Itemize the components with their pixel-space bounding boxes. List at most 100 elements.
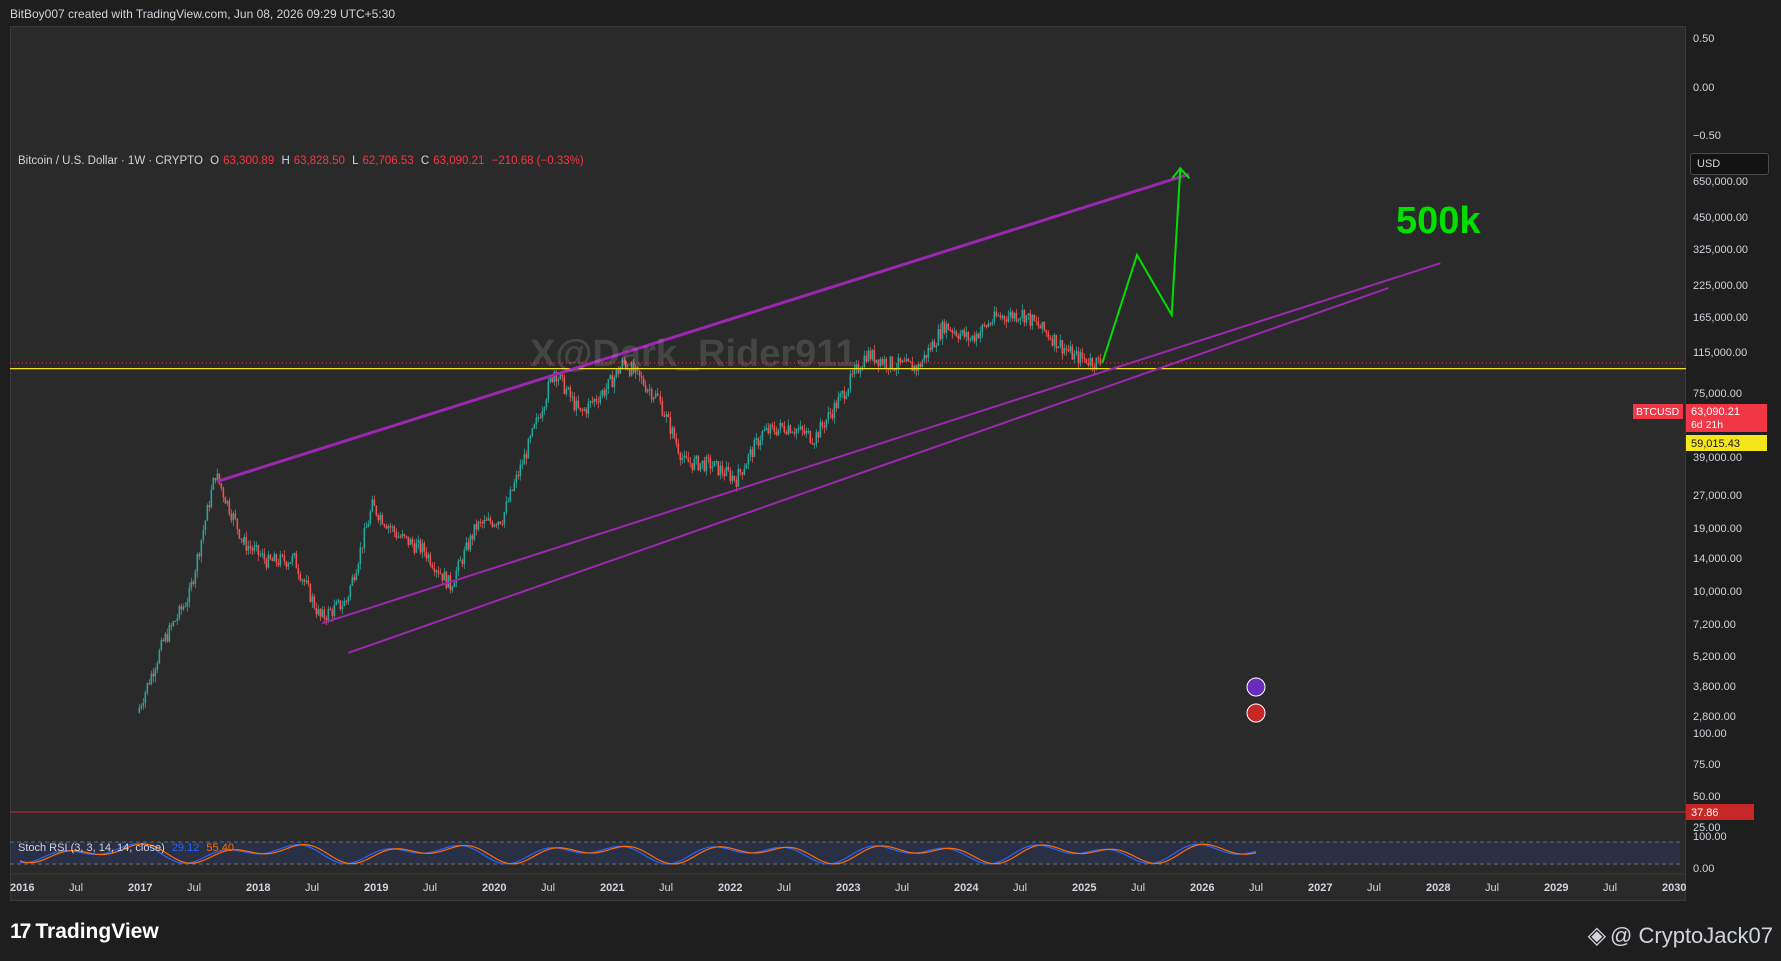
candle-body: [741, 472, 744, 475]
candle-body: [687, 457, 690, 463]
tradingview-logo-icon: 17: [10, 920, 31, 943]
candle-body: [465, 542, 468, 550]
candle-body: [269, 554, 272, 560]
candle-body: [685, 455, 688, 458]
candle-body: [883, 359, 886, 365]
candle-body: [337, 600, 340, 603]
candle-body: [228, 500, 231, 514]
candle-body: [323, 609, 326, 618]
candle-body: [703, 460, 706, 472]
candle-body: [999, 315, 1002, 318]
candle-body: [469, 535, 472, 550]
candle-body: [267, 554, 270, 568]
candle-body: [345, 600, 348, 602]
candle-body: [1009, 312, 1012, 317]
candle-body: [441, 573, 444, 581]
candle-body: [795, 429, 798, 434]
candle-body: [142, 703, 145, 706]
chart-canvas[interactable]: 0.50 0.00 −0.50 650,000.00 450,000.00 325,000…: [0, 0, 1781, 961]
candle-body: [949, 330, 952, 332]
close-value: 63,090.21: [433, 155, 485, 167]
candle-body: [747, 454, 750, 465]
candle-body: [671, 427, 674, 435]
candle-body: [773, 426, 776, 432]
candle-body: [355, 572, 358, 581]
candle-body: [679, 453, 682, 461]
candle-body: [453, 582, 456, 588]
candle-body: [541, 411, 544, 418]
candle-body: [232, 513, 235, 521]
candle-body: [1075, 351, 1078, 354]
candle-body: [198, 554, 201, 557]
candle-body: [719, 465, 722, 476]
time-axis-year: 2017: [128, 882, 152, 894]
candle-body: [659, 395, 662, 401]
candle-body: [1041, 321, 1044, 329]
time-axis-year: 2024: [954, 882, 979, 894]
candle-body: [875, 359, 878, 363]
indicator-legend[interactable]: Stoch RSI (3, 3, 14, 14, close) 29.12 55…: [18, 842, 234, 854]
candle-body: [575, 400, 578, 411]
candle-body: [975, 333, 978, 342]
last-price-tag: 63,090.21: [1691, 406, 1740, 418]
indicator-name[interactable]: Stoch RSI (3, 3, 14, 14, close): [18, 842, 165, 854]
candle-body: [240, 538, 243, 540]
symbol-legend[interactable]: Bitcoin / U.S. Dollar · 1W · CRYPTO O 63,…: [18, 155, 588, 167]
candle-body: [669, 416, 672, 435]
candle-body: [599, 395, 602, 403]
price-axis-tick: 10,000.00: [1693, 586, 1742, 598]
candle-body: [985, 325, 988, 327]
candle-body: [1001, 315, 1004, 318]
candle-body: [935, 345, 938, 348]
candle-body: [178, 606, 181, 618]
candle-body: [579, 407, 582, 410]
candle-body: [739, 469, 742, 473]
candle-body: [513, 482, 516, 491]
candle-body: [545, 399, 548, 408]
candle-body: [993, 311, 996, 323]
candle-body: [743, 468, 746, 475]
candle-body: [459, 560, 462, 562]
watermark-text: X@Dark_Rider911: [530, 333, 857, 375]
candle-body: [1017, 319, 1020, 321]
candle-body: [1059, 340, 1062, 347]
candle-body: [729, 470, 732, 482]
candle-body: [891, 356, 894, 370]
candle-body: [963, 330, 966, 337]
candle-body: [140, 705, 143, 708]
candle-body: [723, 473, 726, 476]
candle-body: [899, 357, 902, 363]
candle-body: [331, 609, 334, 616]
symbol-title[interactable]: Bitcoin / U.S. Dollar · 1W · CRYPTO: [18, 155, 203, 167]
candle-body: [1081, 352, 1084, 358]
time-axis-month: Jul: [895, 882, 909, 894]
candle-body: [759, 440, 762, 446]
candle-body: [589, 401, 592, 403]
candle-body: [815, 432, 818, 445]
candle-body: [487, 518, 490, 521]
candle-body: [417, 540, 420, 543]
candle-body: [152, 673, 155, 677]
candle-body: [833, 402, 836, 419]
candle-body: [351, 576, 354, 586]
candle-body: [168, 625, 171, 642]
currency-selector[interactable]: USD: [1690, 153, 1769, 175]
candle-body: [315, 607, 318, 615]
candle-body: [212, 478, 215, 490]
candle-body: [725, 466, 728, 476]
price-axis-tick: 0.00: [1693, 82, 1714, 94]
candle-body: [717, 461, 720, 476]
price-axis-tick: 450,000.00: [1693, 212, 1748, 224]
time-axis-year: 2030: [1662, 882, 1686, 894]
candle-body: [881, 359, 884, 365]
candle-body: [531, 428, 534, 437]
candle-body: [503, 512, 506, 525]
candle-body: [295, 553, 298, 569]
candle-body: [507, 501, 510, 503]
tradingview-logo[interactable]: 17 TradingView: [10, 920, 159, 944]
candle-body: [451, 587, 454, 590]
candle-body: [667, 414, 670, 417]
candle-body: [731, 475, 734, 482]
candle-body: [665, 414, 668, 417]
candle-body: [569, 387, 572, 397]
